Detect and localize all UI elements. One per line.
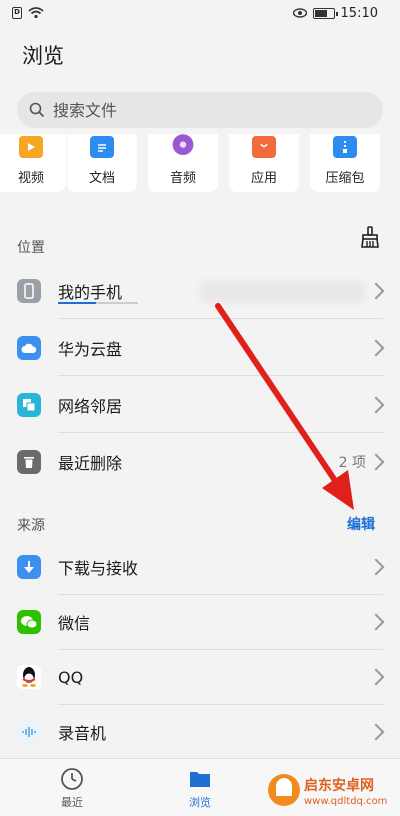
location-item-label: 华为云盘 — [58, 340, 123, 359]
chevron-right-icon — [367, 339, 385, 357]
storage-info-blurred — [200, 281, 365, 303]
category-label: 文档 — [88, 171, 115, 186]
sim-card-icon: D — [12, 7, 22, 19]
source-item-recorder[interactable]: 录音机 — [0, 704, 400, 760]
audio-icon — [171, 134, 195, 158]
source-item-label: QQ — [58, 667, 84, 687]
watermark-logo: 启东安卓网 www.qdltdq.com — [268, 774, 387, 807]
divider — [58, 432, 383, 433]
source-section-title: 来源 — [17, 518, 45, 534]
cloud-icon — [17, 336, 41, 360]
chevron-right-icon — [367, 558, 385, 576]
location-item-my-phone[interactable]: 我的手机 — [0, 263, 400, 319]
search-icon — [29, 102, 45, 118]
page-title: 浏览 — [22, 44, 64, 68]
location-item-label: 网络邻居 — [58, 397, 123, 416]
deleted-count: 2 项 — [338, 455, 366, 471]
storage-progress-bar — [58, 302, 138, 304]
recorder-icon — [17, 720, 41, 744]
source-item-wechat[interactable]: 微信 — [0, 594, 400, 650]
svg-text:www.qdltdq.com: www.qdltdq.com — [304, 796, 387, 807]
source-item-qq[interactable]: QQ — [0, 649, 400, 705]
location-item-network[interactable]: 网络邻居 — [0, 377, 400, 433]
location-item-label: 我的手机 — [58, 283, 123, 302]
divider — [58, 375, 383, 376]
edit-button[interactable]: 编辑 — [347, 514, 375, 534]
chevron-right-icon — [367, 613, 385, 631]
source-item-label: 下载与接收 — [58, 559, 139, 578]
search-input[interactable] — [53, 100, 353, 120]
location-item-huawei-cloud[interactable]: 华为云盘 — [0, 320, 400, 376]
network-icon — [17, 393, 41, 417]
tab-label: 浏览 — [189, 796, 211, 809]
divider — [58, 318, 383, 319]
status-bar: D 15:10 — [0, 0, 400, 26]
category-app[interactable]: 应用 — [229, 134, 299, 192]
category-video[interactable]: 视频 — [0, 134, 66, 192]
chevron-right-icon — [367, 453, 385, 471]
svg-text:启东安卓网: 启东安卓网 — [304, 777, 374, 794]
chevron-right-icon — [367, 282, 385, 300]
chevron-right-icon — [367, 396, 385, 414]
category-audio[interactable]: 音频 — [148, 134, 218, 192]
category-archive[interactable]: 压缩包 — [310, 134, 380, 192]
download-icon — [17, 555, 41, 579]
source-item-downloads[interactable]: 下载与接收 — [0, 539, 400, 595]
folder-icon — [190, 772, 210, 787]
category-label: 应用 — [250, 171, 277, 186]
status-left: D — [12, 7, 44, 19]
category-label: 音频 — [169, 171, 196, 186]
source-item-label: 微信 — [58, 614, 91, 633]
clean-icon[interactable] — [360, 226, 380, 248]
location-item-label: 最近删除 — [58, 454, 123, 473]
tab-label: 最近 — [61, 796, 83, 809]
status-time: 15:10 — [340, 5, 378, 21]
app-icon — [252, 136, 276, 158]
location-section-title: 位置 — [17, 240, 45, 256]
archive-icon — [333, 136, 357, 158]
battery-icon — [312, 7, 338, 19]
tab-recent[interactable]: 最近 — [32, 767, 112, 810]
chevron-right-icon — [367, 723, 385, 741]
video-icon — [19, 136, 43, 158]
location-item-recently-deleted[interactable]: 最近删除 2 项 — [0, 434, 400, 490]
phone-icon — [17, 279, 41, 303]
category-row: 视频 文档 音频 应用 压缩包 — [0, 134, 400, 196]
category-label: 压缩包 — [325, 171, 365, 186]
wechat-icon — [17, 610, 41, 634]
status-right: 15:10 — [292, 5, 378, 21]
category-document[interactable]: 文档 — [67, 134, 137, 192]
clock-icon — [61, 768, 83, 790]
eye-icon — [292, 8, 307, 18]
source-item-label: 录音机 — [58, 724, 107, 743]
tab-browse[interactable]: 浏览 — [160, 767, 240, 810]
wifi-icon — [28, 7, 44, 19]
search-bar[interactable] — [17, 92, 383, 128]
trash-icon — [17, 450, 41, 474]
category-label: 视频 — [17, 171, 44, 186]
qq-icon — [17, 665, 41, 689]
chevron-right-icon — [367, 668, 385, 686]
document-icon — [90, 136, 114, 158]
